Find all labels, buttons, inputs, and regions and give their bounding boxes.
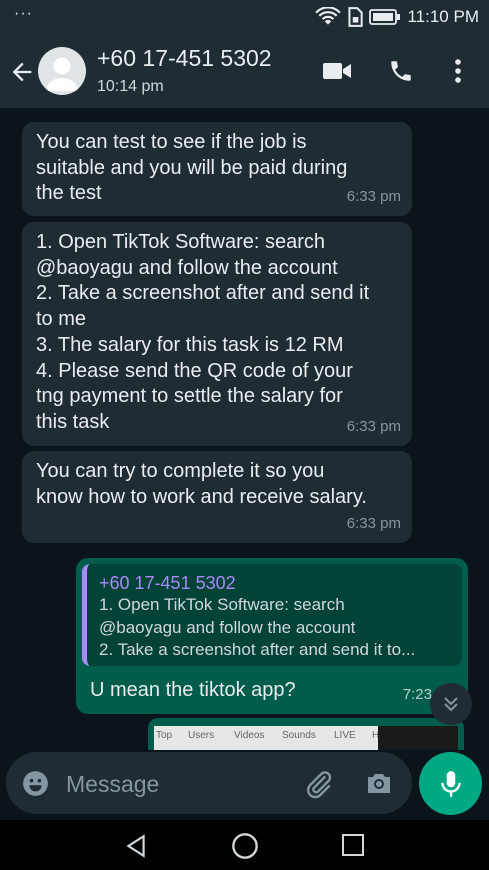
voice-record-button[interactable] xyxy=(419,752,482,815)
message-bubble-incoming[interactable]: You can try to complete it so you know h… xyxy=(22,451,412,543)
back-arrow-icon[interactable] xyxy=(8,58,36,86)
message-bubble-outgoing[interactable]: +60 17-451 5302 1. Open TikTok Software:… xyxy=(76,558,468,714)
microphone-icon xyxy=(440,770,461,797)
avatar[interactable] xyxy=(38,47,86,95)
nav-recents-icon[interactable] xyxy=(341,833,365,857)
sim-card-icon xyxy=(348,7,364,27)
message-input[interactable]: Message xyxy=(66,771,159,798)
message-composer[interactable]: Message xyxy=(6,752,412,814)
message-time: 6:33 pm xyxy=(346,418,401,436)
message-bubble-incoming[interactable]: You can test to see if the job is suitab… xyxy=(22,122,412,216)
nav-home-icon[interactable] xyxy=(231,832,259,860)
avatar-icon xyxy=(46,57,78,91)
clock: 11:10 PM xyxy=(407,7,479,26)
quoted-text-line: 1. Open TikTok Software: search xyxy=(99,595,345,614)
chat-area[interactable]: You can test to see if the job is suitab… xyxy=(0,108,489,750)
scroll-to-bottom-button[interactable] xyxy=(430,683,472,725)
more-vert-icon[interactable] xyxy=(452,58,464,84)
message-text: You can try to complete it so you know h… xyxy=(36,460,367,508)
contact-name[interactable]: +60 17-451 5302 xyxy=(97,45,272,72)
screenshot-thumbnail: Top Users Videos Sounds LIVE Ha xyxy=(154,726,458,750)
battery-icon xyxy=(369,9,401,25)
chat-header: +60 17-451 5302 10:14 pm xyxy=(0,34,489,108)
message-text: You can test to see if the job is suitab… xyxy=(36,131,348,205)
message-text: U mean the tiktok app? xyxy=(90,679,296,701)
message-bubble-incoming[interactable]: 1. Open TikTok Software: search @baoyagu… xyxy=(22,222,412,446)
wifi-icon xyxy=(315,7,342,25)
message-text: 1. Open TikTok Software: search @baoyagu… xyxy=(36,231,370,433)
message-time: 6:33 pm xyxy=(346,515,401,533)
double-chevron-down-icon xyxy=(444,697,458,712)
camera-icon[interactable] xyxy=(365,770,393,796)
emoji-icon[interactable] xyxy=(22,770,49,797)
quoted-text-line: @baoyagu and follow the account xyxy=(99,617,356,637)
phone-icon[interactable] xyxy=(388,58,414,84)
image-message-preview[interactable]: Top Users Videos Sounds LIVE Ha xyxy=(148,718,464,750)
status-bar: ··· 11:10 PM xyxy=(0,0,489,34)
quoted-text-line: 2. Take a screenshot after and send it t… xyxy=(99,640,416,659)
quoted-message[interactable]: +60 17-451 5302 1. Open TikTok Software:… xyxy=(82,564,462,666)
attach-icon[interactable] xyxy=(304,769,334,799)
quoted-sender: +60 17-451 5302 xyxy=(99,573,236,593)
nav-back-icon[interactable] xyxy=(123,833,149,859)
last-seen: 10:14 pm xyxy=(97,78,164,95)
notification-dots: ··· xyxy=(14,5,33,22)
message-time: 6:33 pm xyxy=(346,188,401,206)
system-navigation-bar xyxy=(0,820,489,870)
video-call-icon[interactable] xyxy=(322,58,352,84)
